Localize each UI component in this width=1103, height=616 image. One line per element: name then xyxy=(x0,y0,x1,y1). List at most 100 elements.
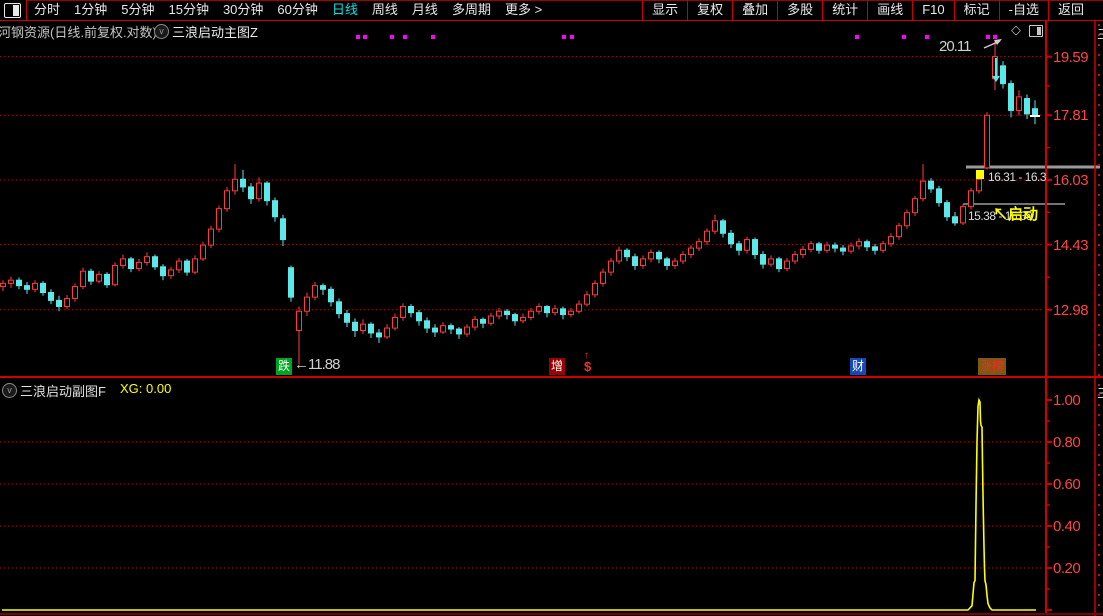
price-axis-label: 17.81 xyxy=(1053,107,1089,125)
candle-body xyxy=(392,316,398,329)
high-price-label: 20.11 xyxy=(939,38,971,55)
candle-body xyxy=(880,243,886,251)
candle-body xyxy=(608,260,614,273)
candle-body xyxy=(248,186,254,200)
candle-body xyxy=(552,308,558,314)
candle-body xyxy=(496,310,502,317)
candle-body xyxy=(672,260,678,266)
candle-body xyxy=(120,258,126,266)
candle-body xyxy=(136,261,142,270)
candle-body xyxy=(96,273,102,282)
candle-body xyxy=(656,251,662,260)
candle-body xyxy=(272,200,278,218)
chart-canvas[interactable] xyxy=(0,0,1103,616)
candle-body xyxy=(448,325,454,330)
candle-body xyxy=(976,178,982,192)
candle-body xyxy=(968,190,974,208)
candle-body xyxy=(936,188,942,204)
signal-dot xyxy=(855,35,859,39)
candle-body xyxy=(1000,65,1006,85)
candle-body xyxy=(336,301,342,315)
candle-body xyxy=(376,332,382,338)
candle-body xyxy=(168,269,174,277)
signal-dot xyxy=(390,35,394,39)
xg-indicator-line xyxy=(2,397,1036,611)
event-badge-财: 财 xyxy=(850,358,867,375)
candle-body xyxy=(456,328,462,335)
candle-body xyxy=(864,241,870,248)
chevron-down-icon[interactable]: v xyxy=(2,383,17,398)
candle-body xyxy=(24,285,30,290)
candle-body xyxy=(200,244,206,260)
sub-axis-label: 0.80 xyxy=(1053,434,1081,451)
candle-body xyxy=(720,220,726,234)
candle-body xyxy=(160,266,166,277)
candle-body xyxy=(808,243,814,250)
candle-body xyxy=(1008,83,1014,111)
signal-dot xyxy=(570,35,574,39)
candle-body xyxy=(1032,108,1038,116)
candle-body xyxy=(736,243,742,251)
candle-body xyxy=(816,243,822,251)
candle-body xyxy=(296,310,302,332)
candle-body xyxy=(424,320,430,329)
qidong-signal-label: ↖启动 xyxy=(993,206,1039,223)
candle-body xyxy=(280,218,286,241)
candle-body xyxy=(848,245,854,252)
trading-app-window: 分时 1分钟 5分钟 15分钟 30分钟 60分钟 日线 周线 月线 多周期 更多 > 显示 复权 叠加… xyxy=(0,0,1103,616)
candle-body xyxy=(216,208,222,230)
candle-body xyxy=(760,254,766,265)
diamond-icon[interactable]: ◇ xyxy=(1011,22,1021,38)
candle-body xyxy=(128,258,134,270)
candle-body xyxy=(368,323,374,334)
candle-body xyxy=(144,256,150,263)
price-axis-label: 12.98 xyxy=(1053,301,1089,319)
candle-body xyxy=(872,246,878,251)
candle-body xyxy=(888,236,894,245)
candle-body xyxy=(408,305,414,314)
candle-body xyxy=(536,305,542,312)
candle-body xyxy=(840,247,846,252)
candle-body xyxy=(40,282,46,294)
candle-body xyxy=(912,198,918,214)
sub-axis-label: 0.20 xyxy=(1053,560,1081,577)
cropped-next-pane-title: 三 xyxy=(1097,383,1103,402)
candle-body xyxy=(192,258,198,273)
stock-title: 河钢资源(日线.前复权.对数) xyxy=(0,25,157,40)
candle-body xyxy=(640,258,646,266)
candle-body xyxy=(112,264,118,286)
candle-body xyxy=(1024,98,1030,115)
candle-body xyxy=(928,180,934,190)
signal-dot xyxy=(562,35,566,39)
candle-body xyxy=(776,258,782,270)
candle-body xyxy=(72,286,78,300)
candle-body xyxy=(568,310,574,316)
candle-body xyxy=(224,190,230,210)
candle-body xyxy=(744,239,750,251)
signal-dot xyxy=(986,35,990,39)
candle-body xyxy=(208,228,214,246)
candle-body xyxy=(1016,96,1022,111)
candle-body xyxy=(488,315,494,324)
candle-body xyxy=(896,225,902,238)
candle-body xyxy=(320,285,326,290)
split-pane-icon[interactable] xyxy=(1029,25,1043,37)
candle-body xyxy=(520,316,526,322)
candle-body xyxy=(560,308,566,316)
candle-body xyxy=(64,298,70,307)
candle-body xyxy=(664,258,670,266)
candle-body xyxy=(304,296,310,312)
candle-body xyxy=(792,254,798,262)
signal-dot xyxy=(993,35,997,39)
candle-body xyxy=(528,310,534,318)
chevron-down-icon[interactable]: v xyxy=(154,24,169,39)
current-price-dash xyxy=(1030,115,1040,117)
candle-body xyxy=(232,178,238,192)
candle-body xyxy=(592,282,598,296)
candle-body xyxy=(688,247,694,256)
candle-body xyxy=(768,258,774,265)
candle-body xyxy=(952,216,958,224)
event-badge-跌: 跌 xyxy=(276,358,293,375)
candle-body xyxy=(696,241,702,249)
signal-dot xyxy=(925,35,929,39)
